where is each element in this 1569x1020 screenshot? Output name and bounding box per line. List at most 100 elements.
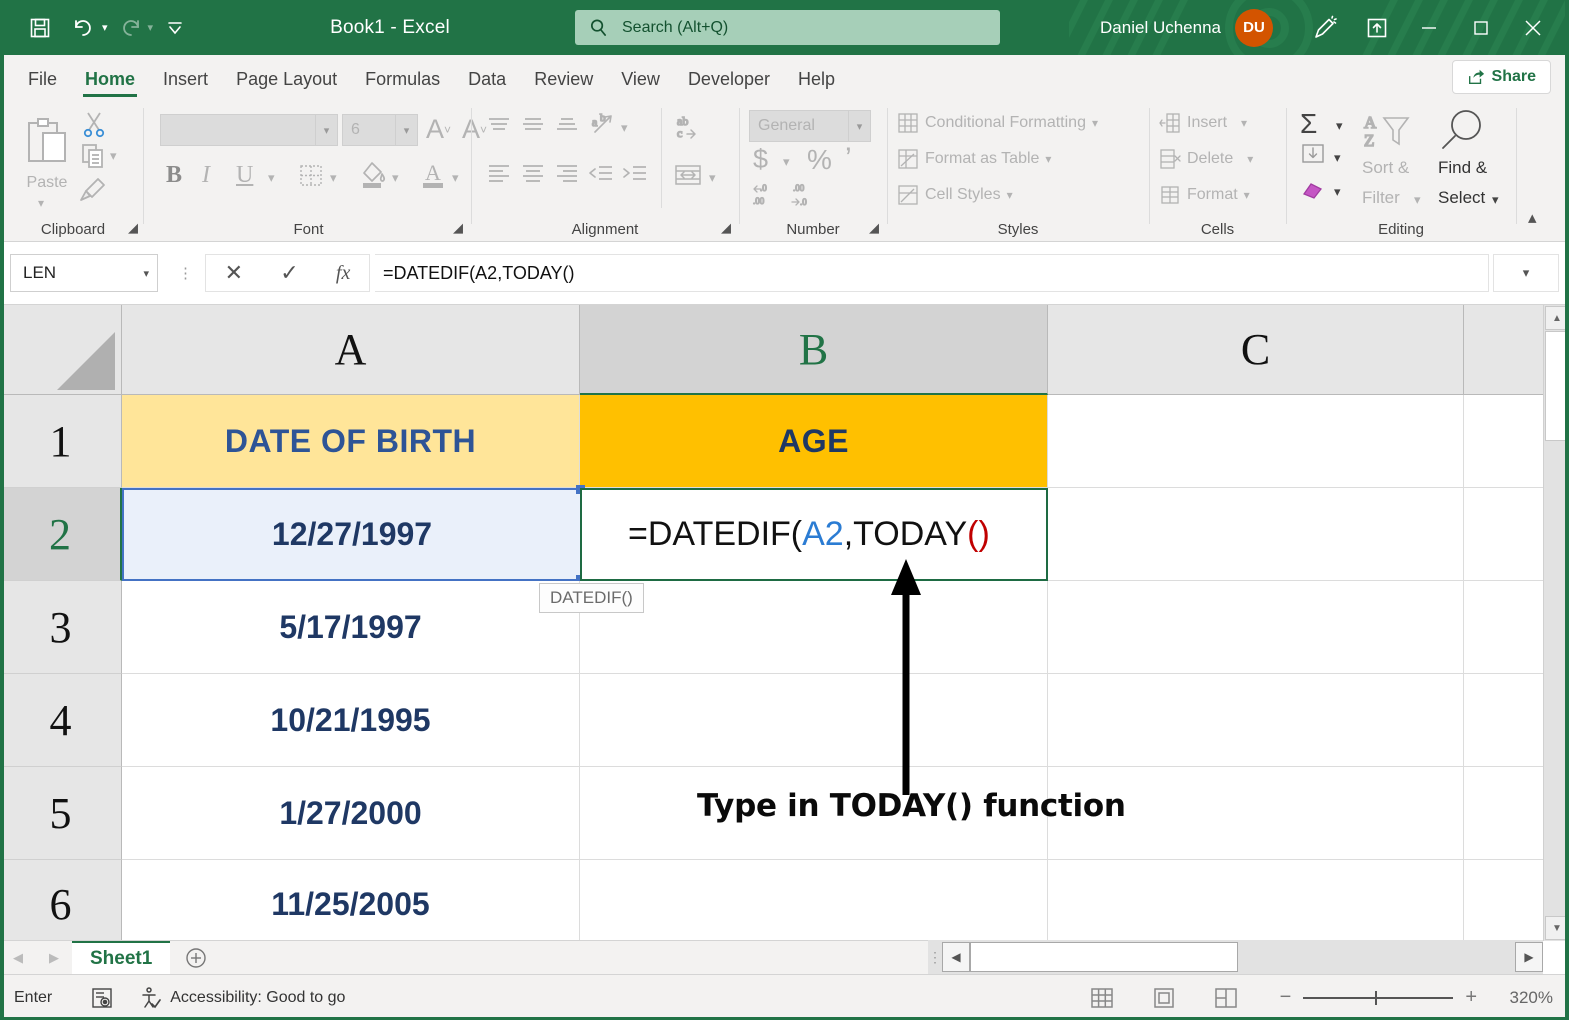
zoom-percentage[interactable]: 320% [1489, 988, 1553, 1008]
fill-dropdown-icon[interactable]: ▾ [1334, 150, 1341, 166]
fill-color-dropdown-icon[interactable]: ▾ [392, 170, 399, 186]
sheet-tab-sheet1[interactable]: Sheet1 [72, 941, 170, 975]
cell-d5[interactable] [1464, 767, 1543, 860]
underline-button[interactable]: U [236, 162, 253, 189]
number-format-select[interactable]: General ▾ [749, 110, 871, 142]
decrease-indent-icon[interactable] [587, 162, 615, 186]
borders-dropdown-icon[interactable]: ▾ [330, 170, 337, 186]
accessibility-icon[interactable] [138, 986, 162, 1010]
macro-record-icon[interactable] [90, 986, 114, 1010]
sort-filter-dropdown-icon[interactable]: ▾ [1414, 192, 1421, 208]
scrollbar-split-handle[interactable]: ⋮ [928, 949, 942, 966]
zoom-track[interactable] [1303, 997, 1453, 999]
font-dialog-launcher[interactable]: ◢ [453, 220, 463, 236]
column-header-a[interactable]: A [122, 305, 580, 395]
horizontal-scrollbar[interactable]: ⋮ ◀ ▶ [928, 940, 1543, 974]
cell-d2[interactable] [1464, 488, 1543, 581]
scroll-right-button[interactable]: ▶ [1515, 942, 1543, 972]
font-size-input[interactable]: 6 ▾ [342, 114, 418, 146]
paste-icon[interactable] [18, 112, 76, 172]
cell-styles-button[interactable]: Cell Styles ▾ [897, 184, 1013, 206]
cell-c3[interactable] [1048, 581, 1464, 674]
cell-b3[interactable] [580, 581, 1048, 674]
merge-center-icon[interactable] [673, 162, 703, 188]
find-select-label-2[interactable]: Select [1438, 188, 1485, 208]
page-break-preview-icon[interactable] [1206, 986, 1246, 1010]
cell-d1[interactable] [1464, 395, 1543, 488]
zoom-in-button[interactable]: + [1465, 986, 1477, 1009]
cell-a4[interactable]: 10/21/1995 [122, 674, 580, 767]
bold-button[interactable]: B [166, 162, 182, 189]
underline-dropdown-icon[interactable]: ▾ [268, 170, 275, 186]
cell-b2-editing[interactable]: =DATEDIF(A2,TODAY() [580, 488, 1048, 581]
name-box-dropdown-icon[interactable]: ▾ [143, 267, 149, 280]
format-cells-button[interactable]: Format ▾ [1159, 184, 1250, 206]
column-header-d-partial[interactable] [1464, 305, 1543, 395]
tab-developer[interactable]: Developer [674, 59, 784, 99]
conditional-formatting-button[interactable]: Conditional Formatting ▾ [897, 112, 1098, 134]
clear-dropdown-icon[interactable]: ▾ [1334, 184, 1341, 200]
cell-a3[interactable]: 5/17/1997 [122, 581, 580, 674]
increase-font-size-icon[interactable]: A˅ [426, 114, 451, 145]
italic-button[interactable]: I [202, 162, 210, 189]
paste-dropdown-icon[interactable]: ▾ [38, 196, 44, 210]
insert-cells-button[interactable]: Insert ▾ [1159, 112, 1247, 134]
pen-sparkle-icon[interactable] [1299, 0, 1351, 55]
zoom-thumb[interactable] [1375, 991, 1377, 1005]
row-header-1[interactable]: 1 [0, 395, 122, 488]
comma-style-icon[interactable]: ’ [845, 142, 852, 176]
previous-sheet-icon[interactable]: ◀ [0, 950, 36, 966]
cell-a2[interactable]: 12/27/1997 [122, 488, 580, 581]
font-color-dropdown-icon[interactable]: ▾ [452, 170, 459, 186]
font-name-input[interactable]: ▾ [160, 114, 338, 146]
cut-icon[interactable] [80, 110, 108, 138]
cell-b4[interactable] [580, 674, 1048, 767]
align-left-icon[interactable] [485, 162, 513, 186]
select-all-corner[interactable] [0, 305, 122, 395]
collapse-ribbon-icon[interactable]: ▴ [1528, 208, 1537, 228]
insert-function-icon[interactable]: fx [336, 262, 350, 285]
cell-c4[interactable] [1048, 674, 1464, 767]
horizontal-scroll-thumb[interactable] [970, 942, 1238, 972]
cell-c1[interactable] [1048, 395, 1464, 488]
tab-page-layout[interactable]: Page Layout [222, 59, 351, 99]
tab-view[interactable]: View [607, 59, 674, 99]
share-button[interactable]: Share [1452, 60, 1551, 94]
close-button[interactable] [1507, 0, 1559, 55]
page-layout-view-icon[interactable] [1144, 986, 1184, 1010]
next-sheet-icon[interactable]: ▶ [36, 950, 72, 966]
minimize-button[interactable] [1403, 0, 1455, 55]
wrap-text-icon[interactable]: ab c [673, 114, 703, 140]
format-painter-icon[interactable] [78, 176, 108, 204]
delete-cells-button[interactable]: Delete ▾ [1159, 148, 1253, 170]
orientation-icon[interactable]: a b [587, 112, 617, 138]
fill-icon[interactable] [1300, 142, 1326, 166]
zoom-out-button[interactable]: − [1280, 986, 1292, 1009]
orientation-dropdown-icon[interactable]: ▾ [621, 120, 628, 136]
cell-a1[interactable]: DATE OF BIRTH [122, 395, 580, 488]
cell-d6[interactable] [1464, 860, 1543, 949]
cell-d3[interactable] [1464, 581, 1543, 674]
clear-icon[interactable] [1300, 178, 1326, 202]
alignment-dialog-launcher[interactable]: ◢ [721, 220, 731, 236]
formula-input[interactable]: =DATEDIF(A2,TODAY() [375, 254, 1489, 292]
font-name-dropdown-icon[interactable]: ▾ [315, 115, 337, 145]
search-box[interactable]: Search (Alt+Q) [575, 10, 1000, 45]
ribbon-display-options-icon[interactable] [1351, 0, 1403, 55]
accounting-dropdown-icon[interactable]: ▾ [783, 154, 790, 170]
cell-d4[interactable] [1464, 674, 1543, 767]
tab-insert[interactable]: Insert [149, 59, 222, 99]
cell-a6[interactable]: 11/25/2005 [122, 860, 580, 949]
find-select-dropdown-icon[interactable]: ▾ [1492, 192, 1499, 208]
row-header-6[interactable]: 6 [0, 860, 122, 949]
name-box[interactable]: LEN ▾ [10, 254, 158, 292]
align-center-icon[interactable] [519, 162, 547, 186]
font-color-button[interactable]: A [418, 158, 448, 190]
tab-review[interactable]: Review [520, 59, 607, 99]
fill-color-button[interactable] [358, 158, 388, 190]
column-header-c[interactable]: C [1048, 305, 1464, 395]
cell-a5[interactable]: 1/27/2000 [122, 767, 580, 860]
tab-formulas[interactable]: Formulas [351, 59, 454, 99]
align-bottom-icon[interactable] [553, 114, 581, 138]
row-header-3[interactable]: 3 [0, 581, 122, 674]
